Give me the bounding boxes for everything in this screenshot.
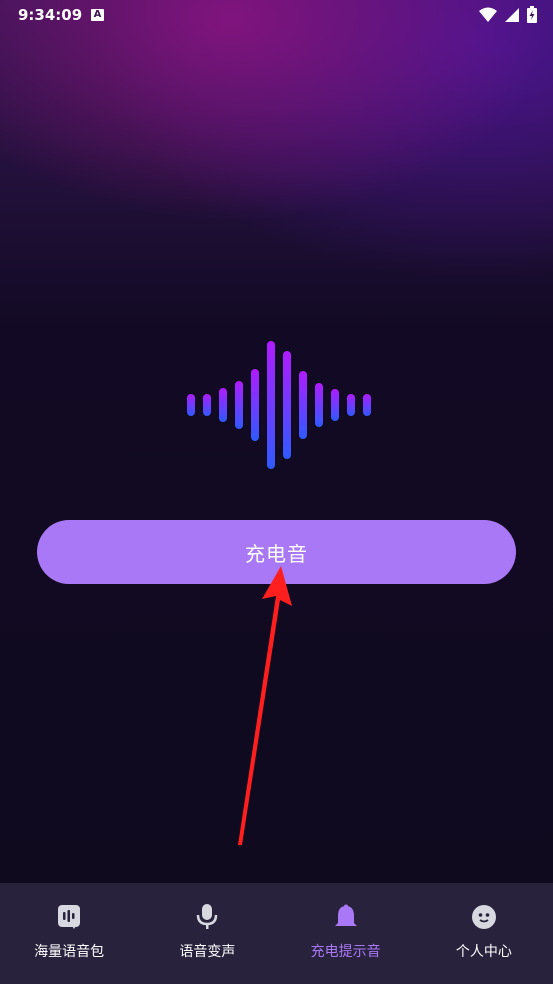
status-bar: 9:34:09 A <box>0 0 553 32</box>
wave-bar <box>267 341 275 469</box>
bell-icon <box>332 903 360 931</box>
tab-profile[interactable]: 个人中心 <box>415 883 553 984</box>
wifi-icon <box>479 7 497 22</box>
background-gradient <box>0 0 553 984</box>
wave-bar <box>187 394 195 416</box>
tab-voice-pack-label: 海量语音包 <box>34 944 105 960</box>
wave-bar <box>299 371 307 439</box>
wave-bar <box>331 389 339 421</box>
status-icons <box>479 6 537 23</box>
wave-bar <box>315 383 323 427</box>
tab-voice-pack[interactable]: 海量语音包 <box>0 883 138 984</box>
voice-pack-icon <box>55 903 83 931</box>
notification-a-icon: A <box>91 9 104 21</box>
wave-bar <box>251 369 259 441</box>
bottom-tab-bar: 海量语音包 语音变声 充电提示音 个人中心 <box>0 883 553 984</box>
wave-bar <box>203 394 211 416</box>
wave-bar <box>347 394 355 416</box>
tab-charging-sound-label: 充电提示音 <box>310 944 381 960</box>
microphone-icon <box>193 903 221 931</box>
tab-charging-sound[interactable]: 充电提示音 <box>277 883 415 984</box>
wave-bar <box>235 381 243 429</box>
wave-bar <box>219 388 227 422</box>
charging-sound-button-label: 充电音 <box>245 541 308 566</box>
tab-voice-changer-label: 语音变声 <box>179 944 236 960</box>
smiley-face-icon <box>470 903 498 931</box>
sound-wave-graphic <box>180 336 380 476</box>
tab-voice-changer[interactable]: 语音变声 <box>138 883 276 984</box>
wave-bar <box>283 351 291 459</box>
signal-icon <box>505 7 519 22</box>
tab-profile-label: 个人中心 <box>455 944 512 960</box>
status-time: 9:34:09 <box>18 6 83 24</box>
battery-charging-icon <box>527 6 537 23</box>
charging-sound-button[interactable]: 充电音 <box>37 520 516 584</box>
wave-bar <box>363 394 371 416</box>
